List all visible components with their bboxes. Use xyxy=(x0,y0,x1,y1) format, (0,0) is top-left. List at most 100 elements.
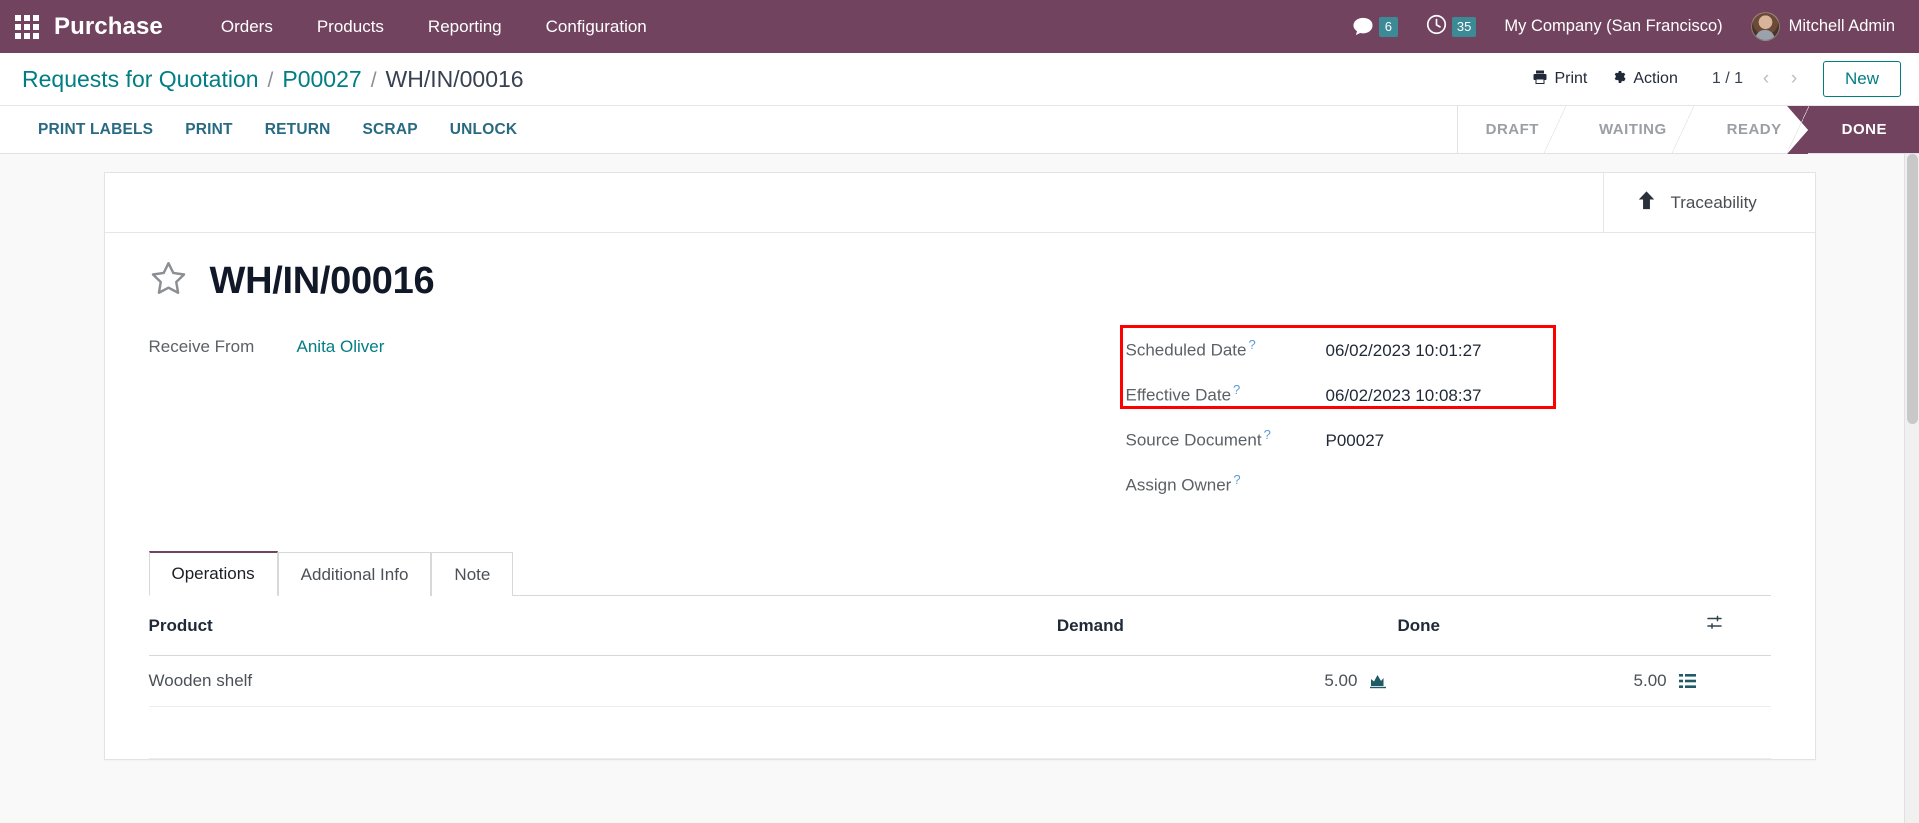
table-empty-cell xyxy=(148,706,1771,759)
notebook: Operations Additional Info Note Product … xyxy=(148,551,1771,759)
gear-icon xyxy=(1611,69,1627,90)
cell-demand-value: 5.00 xyxy=(1324,671,1358,690)
breadcrumb: Requests for Quotation / P00027 / WH/IN/… xyxy=(22,66,524,93)
main-menu: Orders Products Reporting Configuration xyxy=(199,0,669,53)
print-button[interactable]: Print xyxy=(1520,63,1599,96)
field-value-source-document[interactable]: P00027 xyxy=(1326,431,1385,451)
sheet-body: WH/IN/00016 Receive From Anita Oliver Sc… xyxy=(105,233,1815,759)
page-title: WH/IN/00016 xyxy=(209,259,435,302)
user-menu[interactable]: Mitchell Admin xyxy=(1737,0,1901,53)
field-value-scheduled-date[interactable]: 06/02/2023 10:01:27 xyxy=(1326,341,1482,361)
table-body: Wooden shelf 5.00 5.00 xyxy=(148,655,1771,759)
breadcrumb-item-current: WH/IN/00016 xyxy=(385,65,524,92)
menu-item-products[interactable]: Products xyxy=(295,0,406,53)
breadcrumb-item-requests-for-quotation[interactable]: Requests for Quotation xyxy=(22,66,259,93)
menu-item-configuration[interactable]: Configuration xyxy=(524,0,669,53)
table-header-row: Product Demand Done xyxy=(148,596,1771,656)
scrap-button[interactable]: SCRAP xyxy=(347,114,434,146)
status-stage-done[interactable]: DONE xyxy=(1786,106,1919,154)
messages-menu[interactable]: 6 xyxy=(1338,0,1412,53)
breadcrumb-item-p00027[interactable]: P00027 xyxy=(282,66,361,93)
form-column-left: Receive From Anita Oliver xyxy=(149,337,960,517)
field-receive-from: Receive From Anita Oliver xyxy=(149,337,960,361)
field-source-document: Source Document? P00027 xyxy=(1126,427,1771,451)
record-sheet: Traceability WH/IN/00016 Receive From An… xyxy=(103,172,1816,760)
field-assign-owner: Assign Owner? xyxy=(1126,472,1771,496)
notebook-tabs: Operations Additional Info Note xyxy=(148,551,1771,596)
action-button[interactable]: Action xyxy=(1599,63,1689,96)
control-panel: Requests for Quotation / P00027 / WH/IN/… xyxy=(0,53,1919,154)
print-labels-button[interactable]: PRINT LABELS xyxy=(22,114,169,146)
star-outline-icon[interactable] xyxy=(149,259,188,303)
status-stage-draft[interactable]: DRAFT xyxy=(1457,106,1567,153)
app-brand-purchase[interactable]: Purchase xyxy=(54,13,173,41)
print-action-button[interactable]: PRINT xyxy=(169,114,249,146)
company-switcher[interactable]: My Company (San Francisco) xyxy=(1490,0,1736,53)
new-button[interactable]: New xyxy=(1822,61,1901,97)
field-label-scheduled-date: Scheduled Date? xyxy=(1125,337,1256,360)
help-tooltip-icon[interactable]: ? xyxy=(1233,472,1240,487)
control-panel-bottom: PRINT LABELS PRINT RETURN SCRAP UNLOCK D… xyxy=(0,105,1919,154)
table-row[interactable]: Wooden shelf 5.00 5.00 xyxy=(148,655,1771,707)
table-empty-row xyxy=(148,706,1771,759)
vertical-scrollbar[interactable] xyxy=(1904,154,1919,823)
activities-menu[interactable]: 35 xyxy=(1412,0,1490,53)
control-panel-actions: Print Action 1 / 1 ‹ › New xyxy=(1520,61,1901,97)
field-label-receive-from: Receive From xyxy=(148,337,255,356)
pager-value: 1 / 1 xyxy=(1711,70,1743,87)
clock-icon xyxy=(1426,14,1447,40)
traceability-stat-button[interactable]: Traceability xyxy=(1602,173,1815,232)
chat-bubble-icon xyxy=(1352,17,1374,37)
field-value-receive-from[interactable]: Anita Oliver xyxy=(297,337,385,357)
cell-done-value: 5.00 xyxy=(1633,671,1667,690)
tab-additional-info[interactable]: Additional Info xyxy=(277,552,432,596)
column-header-demand[interactable]: Demand xyxy=(1056,596,1398,656)
field-value-effective-date[interactable]: 06/02/2023 10:08:37 xyxy=(1326,386,1482,406)
chevron-left-icon[interactable]: ‹ xyxy=(1753,65,1779,93)
chevron-right-icon[interactable]: › xyxy=(1781,65,1807,93)
form-view-area: Traceability WH/IN/00016 Receive From An… xyxy=(0,154,1919,823)
help-tooltip-icon[interactable]: ? xyxy=(1233,382,1240,397)
form-columns: Receive From Anita Oliver Scheduled Date… xyxy=(149,325,1771,517)
cell-done[interactable]: 5.00 xyxy=(1397,655,1706,707)
menu-item-reporting[interactable]: Reporting xyxy=(406,0,524,53)
column-header-product[interactable]: Product xyxy=(148,596,1057,656)
tab-operations[interactable]: Operations xyxy=(148,551,278,596)
user-name-label: Mitchell Admin xyxy=(1788,17,1895,35)
messages-count-badge: 6 xyxy=(1378,16,1398,37)
detailed-operations-icon[interactable] xyxy=(1678,673,1696,689)
optional-columns-icon[interactable] xyxy=(1706,613,1726,638)
breadcrumb-separator: / xyxy=(370,68,377,92)
breadcrumb-separator: / xyxy=(267,68,274,92)
top-navbar: Purchase Orders Products Reporting Confi… xyxy=(0,0,1919,53)
apps-menu-button[interactable] xyxy=(0,0,54,53)
field-label-effective-date: Effective Date? xyxy=(1125,382,1241,405)
field-effective-date: Effective Date? 06/02/2023 10:08:37 xyxy=(1126,382,1771,406)
print-button-label: Print xyxy=(1554,70,1588,87)
printer-icon xyxy=(1532,69,1548,90)
forecast-report-icon[interactable] xyxy=(1369,673,1387,689)
cell-demand[interactable]: 5.00 xyxy=(1056,655,1398,707)
form-column-right: Scheduled Date? 06/02/2023 10:01:27 Effe… xyxy=(960,325,1771,517)
column-header-options xyxy=(1705,596,1771,656)
status-stage-waiting[interactable]: WAITING xyxy=(1564,106,1694,153)
column-header-done[interactable]: Done xyxy=(1397,596,1706,656)
pager: 1 / 1 ‹ › xyxy=(1704,65,1807,93)
activities-count-badge: 35 xyxy=(1451,16,1477,37)
cell-product[interactable]: Wooden shelf xyxy=(148,655,1057,707)
tab-note[interactable]: Note xyxy=(431,552,514,596)
help-tooltip-icon[interactable]: ? xyxy=(1248,337,1255,352)
menu-item-orders[interactable]: Orders xyxy=(199,0,295,53)
control-panel-top: Requests for Quotation / P00027 / WH/IN/… xyxy=(0,53,1919,105)
status-stage-arrow xyxy=(1786,106,1808,154)
scrollbar-thumb[interactable] xyxy=(1907,154,1918,424)
return-button[interactable]: RETURN xyxy=(249,114,347,146)
field-label-source-document: Source Document? xyxy=(1125,427,1271,450)
unlock-button[interactable]: UNLOCK xyxy=(434,114,534,146)
help-tooltip-icon[interactable]: ? xyxy=(1264,427,1271,442)
field-scheduled-date: Scheduled Date? 06/02/2023 10:01:27 xyxy=(1126,337,1771,361)
table-header: Product Demand Done xyxy=(148,596,1771,656)
status-pipeline: DRAFT WAITING READY DONE xyxy=(1456,106,1919,154)
avatar xyxy=(1750,12,1780,41)
statusbar-buttons: PRINT LABELS PRINT RETURN SCRAP UNLOCK xyxy=(0,106,533,153)
